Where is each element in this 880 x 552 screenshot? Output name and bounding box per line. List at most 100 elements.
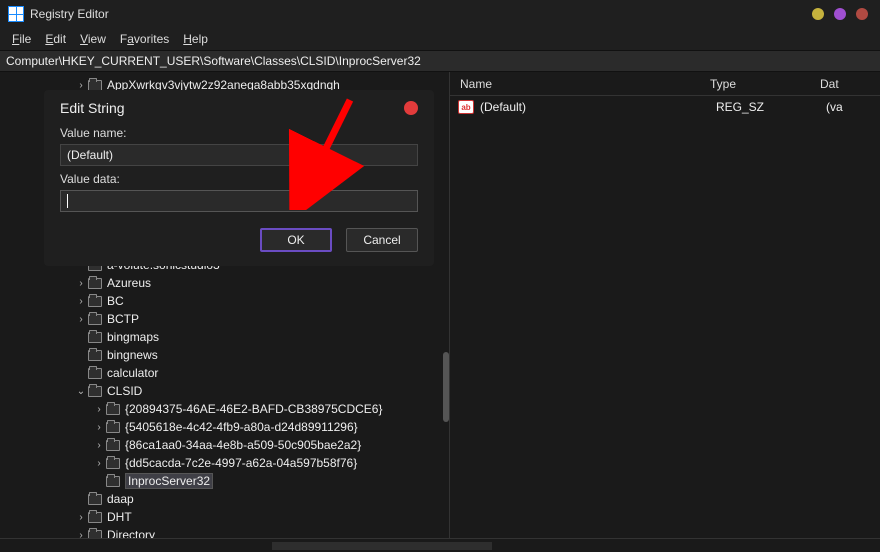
folder-icon (106, 404, 120, 415)
tree-item[interactable]: › BC (0, 292, 449, 310)
tree-item-label: {20894375-46AE-46E2-BAFD-CB38975CDCE6} (125, 402, 383, 416)
folder-icon (88, 368, 102, 379)
menu-favorites[interactable]: Favorites (114, 30, 175, 48)
tree-item-label: BCTP (107, 312, 139, 326)
menu-file[interactable]: File (6, 30, 37, 48)
chevron-right-icon[interactable]: › (92, 458, 106, 469)
maximize-button[interactable] (834, 8, 846, 20)
value-name: (Default) (480, 100, 716, 114)
address-bar[interactable]: Computer\HKEY_CURRENT_USER\Software\Clas… (0, 50, 880, 72)
tree-item-label: Azureus (107, 276, 151, 290)
minimize-button[interactable] (812, 8, 824, 20)
ok-button[interactable]: OK (260, 228, 332, 252)
folder-icon (88, 494, 102, 505)
tree-item[interactable]: ·bingmaps (0, 328, 449, 346)
chevron-right-icon[interactable]: › (74, 512, 88, 523)
chevron-right-icon[interactable]: › (74, 278, 88, 289)
value-type: REG_SZ (716, 100, 826, 114)
chevron-right-icon[interactable]: › (74, 530, 88, 539)
folder-icon (88, 314, 102, 325)
chevron-right-icon[interactable]: › (74, 296, 88, 307)
folder-icon (88, 350, 102, 361)
tree-item[interactable]: › {86ca1aa0-34aa-4e8b-a509-50c905bae2a2} (0, 436, 449, 454)
value-data-input[interactable] (60, 190, 418, 212)
edit-string-dialog: Edit String Value name: Value data: OK C… (44, 90, 434, 266)
tree-item[interactable]: › {5405618e-4c42-4fb9-a80a-d24d89911296} (0, 418, 449, 436)
value-name-input[interactable] (60, 144, 418, 166)
status-bar (0, 538, 880, 552)
menu-bar: File Edit View Favorites Help (0, 28, 880, 50)
tree-item[interactable]: · InprocServer32 (0, 472, 449, 490)
chevron-none: · (92, 476, 106, 487)
tree-item[interactable]: › {20894375-46AE-46E2-BAFD-CB38975CDCE6} (0, 400, 449, 418)
title-left: Registry Editor (8, 6, 109, 22)
folder-icon (88, 278, 102, 289)
title-bar[interactable]: Registry Editor (0, 0, 880, 28)
folder-icon (106, 440, 120, 451)
tree-item-label: daap (107, 492, 134, 506)
folder-icon (106, 458, 120, 469)
window-controls (812, 8, 872, 20)
close-button[interactable] (856, 8, 868, 20)
tree-item[interactable]: › Directory (0, 526, 449, 538)
tree-item-label: calculator (107, 366, 158, 380)
chevron-right-icon[interactable]: › (92, 422, 106, 433)
folder-icon (106, 422, 120, 433)
chevron-none: · (74, 494, 88, 505)
chevron-none: · (74, 368, 88, 379)
address-text: Computer\HKEY_CURRENT_USER\Software\Clas… (6, 54, 421, 68)
folder-icon (88, 530, 102, 539)
folder-icon (88, 332, 102, 343)
regedit-icon (8, 6, 24, 22)
folder-icon (106, 476, 120, 487)
window-title: Registry Editor (30, 7, 109, 21)
tree-item-label: DHT (107, 510, 132, 524)
status-chunk (272, 542, 492, 550)
tree-item-label: {dd5cacda-7c2e-4997-a62a-04a597b58f76} (125, 456, 357, 470)
value-name-label: Value name: (60, 126, 418, 140)
value-data-label: Value data: (60, 172, 418, 186)
tree-item[interactable]: ⌄ CLSID (0, 382, 449, 400)
menu-help[interactable]: Help (177, 30, 214, 48)
tree-item-label: InprocServer32 (125, 473, 213, 489)
chevron-down-icon[interactable]: ⌄ (74, 386, 88, 397)
value-data: (va (826, 100, 880, 114)
menu-edit[interactable]: Edit (39, 30, 72, 48)
value-row[interactable]: ab (Default) REG_SZ (va (450, 96, 880, 118)
col-name[interactable]: Name (450, 77, 710, 91)
string-value-icon: ab (458, 100, 474, 114)
tree-item-label: bingnews (107, 348, 158, 362)
tree-item-label: BC (107, 294, 124, 308)
tree-item[interactable]: › DHT (0, 508, 449, 526)
tree-item-label: Directory (107, 528, 155, 538)
chevron-right-icon[interactable]: › (74, 314, 88, 325)
values-header[interactable]: Name Type Dat (450, 72, 880, 96)
dialog-title: Edit String (60, 100, 125, 116)
tree-item[interactable]: › BCTP (0, 310, 449, 328)
folder-icon (88, 512, 102, 523)
menu-view[interactable]: View (74, 30, 112, 48)
dialog-close-button[interactable] (404, 101, 418, 115)
tree-item[interactable]: · calculator (0, 364, 449, 382)
folder-icon (88, 80, 102, 91)
tree-item-label: {5405618e-4c42-4fb9-a80a-d24d89911296} (125, 420, 358, 434)
folder-icon (88, 386, 102, 397)
folder-icon (88, 296, 102, 307)
tree-item[interactable]: › Azureus (0, 274, 449, 292)
tree-item[interactable]: · daap (0, 490, 449, 508)
chevron-right-icon[interactable]: › (92, 440, 106, 451)
tree-item-label: {86ca1aa0-34aa-4e8b-a509-50c905bae2a2} (125, 438, 361, 452)
tree-item[interactable]: · bingnews (0, 346, 449, 364)
tree-item-label: CLSID (107, 384, 142, 398)
chevron-none: · (74, 350, 88, 361)
chevron-none: · (74, 332, 88, 343)
tree-scrollbar[interactable] (443, 352, 449, 422)
cancel-button[interactable]: Cancel (346, 228, 418, 252)
col-data[interactable]: Dat (820, 77, 880, 91)
col-type[interactable]: Type (710, 77, 820, 91)
registry-editor-window: Registry Editor File Edit View Favorites… (0, 0, 880, 552)
values-pane[interactable]: Name Type Dat ab (Default) REG_SZ (va (450, 72, 880, 538)
chevron-right-icon[interactable]: › (74, 80, 88, 91)
chevron-right-icon[interactable]: › (92, 404, 106, 415)
tree-item[interactable]: › {dd5cacda-7c2e-4997-a62a-04a597b58f76} (0, 454, 449, 472)
